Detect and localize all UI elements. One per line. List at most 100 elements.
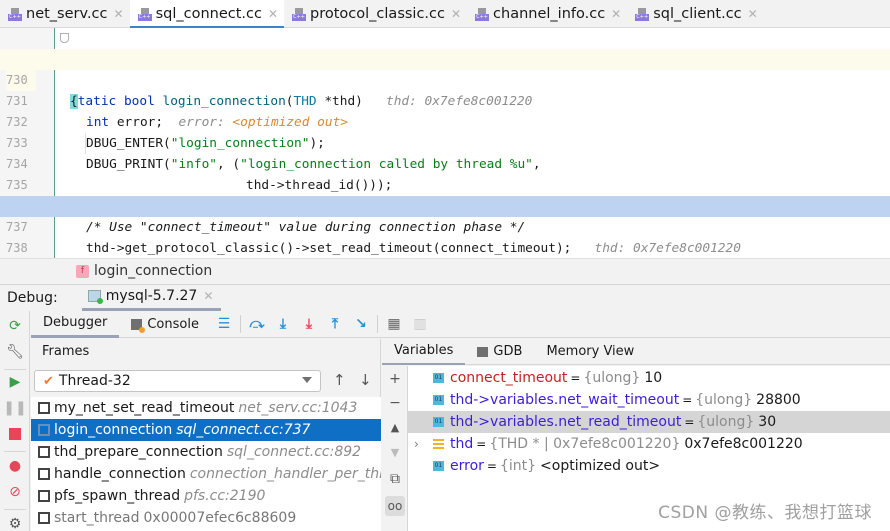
force-step-into-icon[interactable]: ⤓ [296,313,322,335]
remove-watch-icon[interactable]: − [385,393,405,413]
run-to-cursor-icon[interactable]: ↘ [348,313,374,335]
frame-item[interactable]: pfs_spawn_thread pfs.cc:2190 [31,485,381,507]
debug-session-label: mysql-5.7.27 [105,288,198,304]
settings-icon[interactable]: ⚙ [6,515,24,531]
breadcrumb-function[interactable]: login_connection [94,263,212,279]
frame-item-selected[interactable]: login_connection sql_connect.cc:737 [31,419,381,441]
code-line[interactable]: 730 { [0,49,890,109]
breadcrumb[interactable]: f login_connection [0,258,890,283]
cpp-file-icon: C++ [8,7,22,21]
chevron-right-icon[interactable]: › [414,437,419,451]
code-line[interactable]: 733 DBUG_PRINT("info", ("login_connectio… [0,112,890,172]
code-line[interactable]: 736 /* Use "connect_timeout" value durin… [0,175,890,235]
thread-name: Thread-32 [58,373,131,389]
code-line[interactable]: 735 [0,154,890,192]
arrow-up-icon[interactable]: ↑ [333,371,346,389]
tab-label: channel_info.cc [493,6,606,22]
close-icon[interactable]: ✕ [451,7,461,21]
frames-list: my_net_set_read_timeout net_serv.cc:1043… [31,397,381,531]
run-config-icon [87,290,103,304]
primitive-icon: 01 [433,373,444,383]
debug-session-tab[interactable]: mysql-5.7.27 ✕ [81,285,222,311]
code-line[interactable]: 739 [0,238,890,276]
cpp-file-icon: C++ [635,7,650,21]
terminal-icon [477,346,489,357]
tab-gdb[interactable]: GDB [465,339,534,365]
close-icon[interactable]: ✕ [748,7,758,21]
divider [4,369,26,370]
variable-row[interactable]: 01 connect_timeout = {ulong} 10 [408,367,890,389]
frame-item[interactable]: handle_connection connection_handler_per… [31,463,381,485]
move-up-icon[interactable]: ▲ [385,417,405,437]
tab-debugger[interactable]: Debugger [31,311,120,338]
mute-breakpoints-icon[interactable]: ⊘ [6,483,24,501]
primitive-icon: 01 [433,395,444,405]
tab-net-serv[interactable]: C++ net_serv.cc ✕ [0,0,130,28]
frame-icon [38,446,50,458]
code-line[interactable]: 729 static bool login_connection(THD *th… [0,28,890,109]
code-line[interactable]: 738 thd->get_protocol_classic()->set_wri… [0,217,890,277]
step-out-icon[interactable]: ⤒ [322,313,348,335]
tab-label: protocol_classic.cc [310,6,445,22]
fold-icon[interactable] [60,33,69,43]
step-into-icon[interactable]: ⤓ [270,313,296,335]
frames-panel: Frames ✔ Thread-32 ↑ ↓ my_net_set_read_t… [31,339,381,531]
resume-icon[interactable]: ▶ [6,373,24,391]
evaluate-expression-icon[interactable]: ▦ [381,313,407,335]
trace-icon[interactable]: ▥ [407,313,433,335]
close-icon[interactable]: ✕ [611,7,621,21]
editor-tab-bar: C++ net_serv.cc ✕ C++ sql_connect.cc ✕ C… [0,0,890,29]
thread-dropdown[interactable]: ✔ Thread-32 [34,370,321,392]
variable-row[interactable]: 01 thd->variables.net_wait_timeout = {ul… [408,389,890,411]
rerun-icon[interactable]: ⟳ [6,317,24,335]
show-execution-point-icon[interactable]: ☰ [211,313,237,335]
variable-row-selected[interactable]: 01 thd->variables.net_read_timeout = {ul… [408,411,890,433]
divider [239,315,241,333]
code-line[interactable]: 731 int error; error: <optimized out> [0,70,890,130]
close-icon[interactable]: ✕ [203,289,213,303]
tab-sql-connect[interactable]: C++ sql_connect.cc ✕ [129,0,285,29]
step-over-icon[interactable]: ⤼ [244,313,270,335]
frame-item[interactable]: my_net_set_read_timeout net_serv.cc:1043 [31,397,381,419]
primitive-icon: 01 [433,417,444,427]
variable-row[interactable]: 01 error = {int} <optimized out> [408,455,890,477]
tab-protocol-classic[interactable]: C++ protocol_classic.cc ✕ [284,0,467,28]
close-icon[interactable]: ✕ [114,7,124,21]
divider [4,509,26,510]
tab-variables[interactable]: Variables [382,339,466,365]
frame-item[interactable]: start_thread 0x00007efec6c88609 [31,507,381,529]
variables-tab-bar: Variables GDB Memory View [382,339,890,365]
frame-icon [38,468,50,480]
tab-sql-client[interactable]: C++ sql_client.cc ✕ [627,0,763,28]
debugger-toolbar: Debugger Console ☰ ⤼ ⤓ ⤓ ⤒ ↘ ▦ ▥ [31,311,890,338]
copy-icon[interactable]: ⧉ [385,469,405,489]
close-icon[interactable]: ✕ [268,7,278,21]
add-watch-icon[interactable]: + [385,369,405,389]
debug-label: Debug: [7,289,58,306]
debug-tool-window-header: Debug: mysql-5.7.27 ✕ [0,284,890,311]
frame-icon [38,402,50,414]
ide-window: C++ net_serv.cc ✕ C++ sql_connect.cc ✕ C… [0,0,890,531]
variable-row[interactable]: › thd = {THD * | 0x7efe8c001220} 0x7efe8… [408,433,890,455]
check-icon: ✔ [43,373,54,389]
arrow-down-icon[interactable]: ↓ [359,371,372,389]
divider [376,315,378,333]
move-down-icon[interactable]: ▼ [385,442,405,462]
divider [4,451,26,452]
frame-item[interactable]: thd_prepare_connection sql_connect.cc:89… [31,441,381,463]
code-editor[interactable]: 729 static bool login_connection(THD *th… [0,28,890,277]
pause-icon[interactable]: ❚❚ [3,399,26,417]
stop-icon[interactable] [6,425,24,443]
code-line[interactable]: 732 DBUG_ENTER("login_connection"); [0,91,890,151]
breakpoints-icon[interactable]: ● [6,457,24,475]
tab-memory-view[interactable]: Memory View [534,339,646,365]
code-line[interactable]: 734 thd->thread_id())); [0,133,890,193]
glasses-icon[interactable]: oo [385,496,405,516]
wrench-icon[interactable]: 🔧︎ [6,343,24,361]
execution-line[interactable]: 737 thd->get_protocol_classic()->set_rea… [0,196,890,256]
tab-channel-info[interactable]: C++ channel_info.cc ✕ [467,0,627,28]
tab-console[interactable]: Console [119,311,211,338]
cpp-file-icon: C++ [475,7,490,21]
struct-icon [433,439,444,449]
watermark: CSDN @教练、我想打篮球 [658,503,872,523]
